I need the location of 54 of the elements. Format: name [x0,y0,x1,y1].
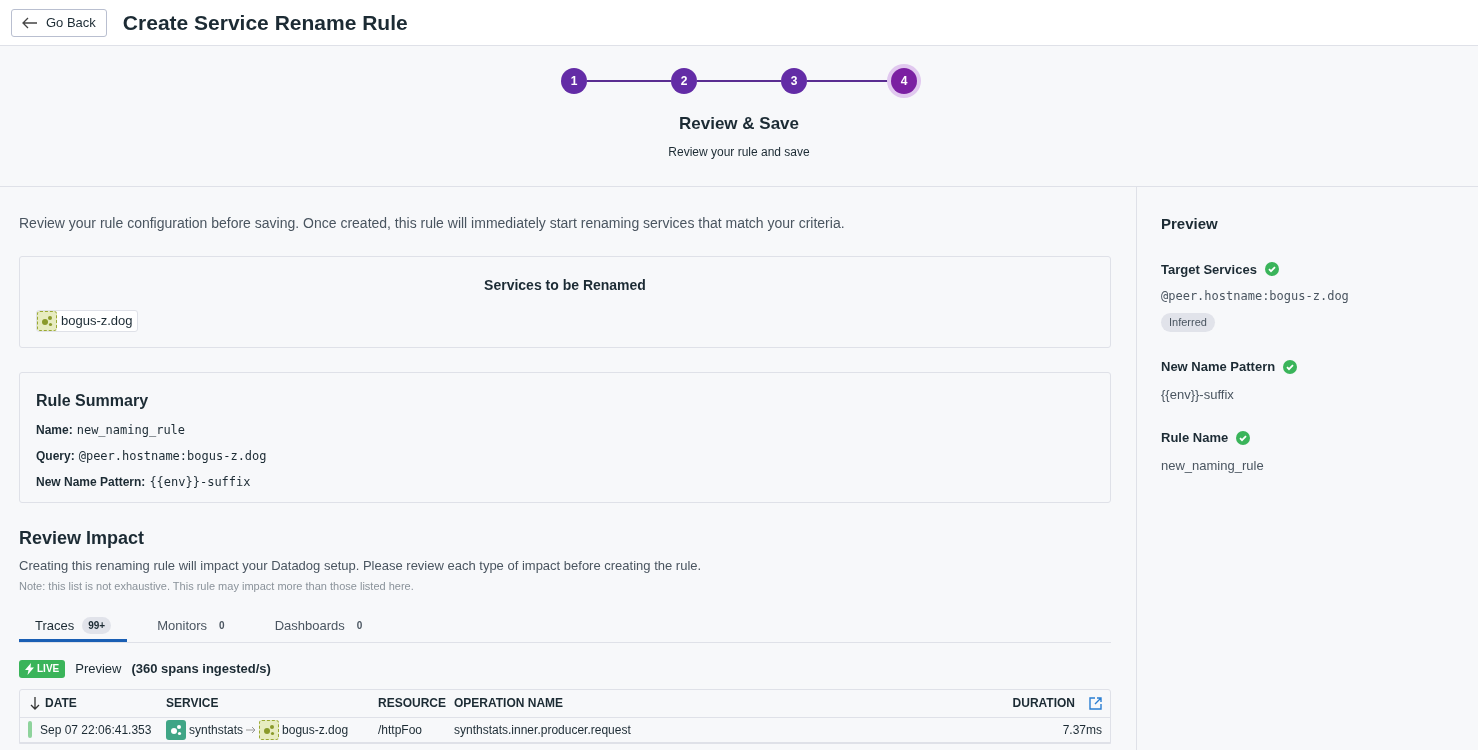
live-badge: LIVE [19,659,66,678]
field-label: Name: [36,422,73,439]
table-cell-text: synthstats.inner.producer.request [454,721,632,739]
lightning-icon [25,662,34,675]
section-label: Rule Name [1161,429,1229,447]
section-value: new_naming_rule [1161,456,1265,475]
impact-tab[interactable]: Dashboards 0 [258,612,383,642]
column-header[interactable]: DURATION [1012,694,1075,712]
section-value: @peer.hostname:bogus-z.dog [1161,288,1350,305]
table-cell-text: bogus-z.dog [282,721,349,739]
field-value: {{env}}-suffix [149,474,251,491]
table-cell-text: /httpFoo [378,721,424,739]
section-value: {{env}}-suffix [1161,385,1235,404]
preview-label: Preview [75,660,122,678]
table-cell-text: 7.37ms [1061,721,1103,739]
impact-note: Note: this list is not exhaustive. This rule may impact more than those listed here. [19,578,415,594]
section-label: New Name Pattern [1161,358,1276,376]
inferred-service-icon [37,311,57,331]
column-header[interactable]: SERVICE [166,696,219,710]
field-label: New Name Pattern: [36,474,146,491]
column-header[interactable]: DATE [45,694,77,712]
impact-description: Creating this renaming rule will impact your Datadog setup. Please review each type of impact before creating the rule. [19,557,703,575]
section-title: Review Impact [19,527,146,550]
status-bar [28,721,32,738]
step-subtitle: Review your rule and save [668,143,810,161]
column-header[interactable]: RESOURCE [378,696,446,710]
inferred-service-icon [259,719,280,740]
count-label: 0 [355,619,364,633]
column-header[interactable]: OPERATION NAME [454,696,564,710]
impact-tab[interactable]: Monitors 0 [141,612,245,642]
external-link-icon[interactable] [1089,696,1102,710]
service-icon [166,719,186,740]
section-label: Target Services [1161,260,1257,279]
back-button[interactable]: Go Back [11,8,107,37]
card-title: Rule Summary [36,391,150,411]
card-title: Services to be Renamed [483,276,647,295]
count-badge: 99+ [82,617,112,634]
field-label: Query: [36,448,75,465]
page-title: Create Service Rename Rule [122,9,408,36]
impact-tab[interactable]: Traces 99+ [19,612,128,642]
intro-text: Review your rule configuration before saving. Once created, this rule will immediately start renaming services that match your criteria. [19,214,846,233]
field-value: @peer.hostname:bogus-z.dog [78,448,267,465]
panel-title: Preview [1161,214,1219,234]
rate-text: (360 spans ingested/s) [131,660,271,678]
table-cell-text: Sep 07 22:06:41.353 [40,721,152,739]
sort-arrow-icon [30,696,40,710]
service-chip[interactable]: bogus-z.dog [36,310,138,332]
table-cell-text: synthstats [189,721,244,739]
count-label: 0 [218,619,226,633]
step-title: Review & Save [679,113,799,135]
field-value: new_naming_rule [76,422,186,439]
inferred-tag: Inferred [1161,313,1215,332]
arrow-left-icon [22,16,38,29]
arrow-right-icon [246,725,257,734]
